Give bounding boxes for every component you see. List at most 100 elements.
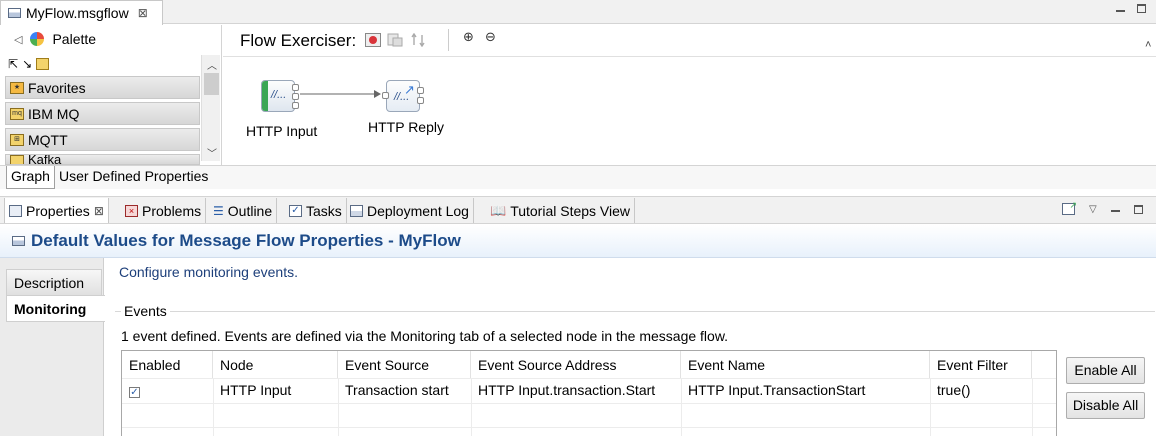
input-terminal[interactable] [382, 92, 389, 99]
palette-title: Palette [52, 31, 97, 47]
table-cell-event-source: Transaction start [345, 382, 449, 398]
tab-label: Deployment Log [367, 202, 469, 219]
scroll-up-icon[interactable]: ︿ [207, 57, 217, 72]
zoom-in-icon[interactable]: ⊕ [463, 29, 474, 45]
toolbar-separator [448, 29, 449, 51]
row-divider [122, 403, 1056, 404]
minimize-icon[interactable] [1110, 210, 1120, 212]
output-terminal[interactable] [292, 93, 299, 100]
views-tab-bar: Properties ⊠ × Problems ☰ Outline ✓ Task… [0, 196, 1156, 224]
palette-panel: ◁ Palette ⇱ ↘ ★ Favorites mq IBM MQ ⊞ MQ… [0, 25, 222, 165]
column-header-event-filter[interactable]: Event Filter [930, 351, 1032, 378]
flow-exerciser-label: Flow Exerciser: [240, 31, 357, 50]
palette-drawer-kafka[interactable]: Kafka [5, 154, 200, 165]
http-reply-node[interactable]: //... ↗ [382, 80, 424, 112]
tab-user-defined-properties[interactable]: User Defined Properties [55, 166, 212, 189]
column-header-node[interactable]: Node [213, 351, 338, 378]
palette-drawer-mqtt[interactable]: ⊞ MQTT [5, 128, 200, 151]
tab-label: Outline [227, 202, 273, 219]
tab-label: Properties [26, 202, 90, 219]
output-terminal[interactable] [417, 87, 424, 94]
book-icon: 📖 [490, 202, 507, 218]
palette-scrollbar[interactable]: ︿ ﹀ [201, 55, 220, 161]
mqtt-folder-icon: ⊞ [10, 133, 24, 146]
drawer-label: IBM MQ [28, 105, 80, 122]
palette-header[interactable]: ◁ Palette [0, 25, 221, 53]
mq-folder-icon: mq [10, 107, 24, 120]
select-tool-icon[interactable]: ⇱ [8, 57, 18, 71]
row-divider [122, 427, 1056, 428]
tab-deployment-log[interactable]: Deployment Log [346, 198, 474, 223]
maximize-icon[interactable] [1137, 4, 1146, 13]
enabled-checkbox[interactable]: ✓ [129, 387, 140, 398]
close-icon[interactable]: ⊠ [138, 6, 148, 20]
maximize-icon[interactable] [1133, 204, 1143, 214]
collapse-arrow-icon[interactable]: ◁ [14, 33, 22, 46]
record-icon[interactable] [365, 33, 381, 47]
properties-header: Default Values for Message Flow Properti… [0, 225, 1156, 258]
output-terminal[interactable] [417, 97, 424, 104]
pin-view-icon[interactable]: ↗ [1062, 200, 1077, 215]
column-header-enabled[interactable]: Enabled [122, 351, 213, 378]
drawer-label: Favorites [28, 79, 86, 96]
tab-graph[interactable]: Graph [6, 166, 55, 189]
note-tool-icon[interactable] [36, 58, 50, 70]
palette-drawer-ibm-mq[interactable]: mq IBM MQ [5, 102, 200, 125]
scrollbar-thumb[interactable] [204, 73, 219, 95]
output-terminal[interactable] [292, 84, 299, 91]
palette-icon [30, 32, 45, 46]
outline-icon: ☰ [213, 203, 224, 218]
connection-tool-icon[interactable]: ↘ [22, 57, 32, 71]
output-terminal[interactable] [292, 102, 299, 109]
flow-exerciser-toolbar: Flow Exerciser: ⊕ ⊖ ˄ [223, 25, 1156, 57]
palette-drawer-favorites[interactable]: ★ Favorites [5, 76, 200, 99]
view-path-icon[interactable] [411, 33, 427, 47]
editor-tab-title: MyFlow.msgflow [26, 5, 129, 21]
events-group-label: Events [121, 303, 170, 319]
table-cell-event-filter: true() [937, 382, 971, 398]
enable-all-button[interactable]: Enable All [1066, 357, 1145, 384]
table-row-enabled[interactable]: ✓ [122, 379, 140, 403]
scroll-down-icon[interactable]: ﹀ [207, 145, 217, 160]
events-table[interactable]: Enabled Node Event Source Event Source A… [121, 350, 1057, 436]
kafka-folder-icon [10, 155, 24, 164]
message-flow-icon [12, 236, 25, 246]
column-header-event-source-address[interactable]: Event Source Address [471, 351, 681, 378]
column-divider [1032, 378, 1033, 436]
close-icon[interactable]: ⊠ [94, 204, 104, 218]
editor-subtabs: Graph User Defined Properties [0, 165, 1156, 189]
view-menu-icon[interactable]: ▽ [1089, 204, 1097, 215]
send-message-icon[interactable] [387, 33, 403, 47]
tab-problems[interactable]: × Problems [121, 198, 207, 223]
zoom-out-icon[interactable]: ⊖ [485, 29, 496, 45]
column-header-event-source[interactable]: Event Source [338, 351, 471, 378]
node-connection[interactable] [300, 89, 382, 99]
deployment-log-icon [350, 204, 363, 217]
side-tab-monitoring[interactable]: Monitoring [6, 295, 105, 322]
http-input-node[interactable]: //... [261, 80, 299, 112]
side-tab-description[interactable]: Description [6, 269, 102, 296]
tab-tasks[interactable]: ✓ Tasks [285, 198, 347, 223]
flow-canvas[interactable]: Flow Exerciser: ⊕ ⊖ ˄ //... HTTP Input /… [223, 25, 1156, 165]
http-reply-node-label: HTTP Reply [368, 119, 444, 135]
tasks-icon: ✓ [289, 204, 302, 217]
tab-tutorial-steps-view[interactable]: 📖 Tutorial Steps View [486, 198, 636, 223]
minimize-icon[interactable] [1116, 9, 1125, 12]
table-cell-event-source-address: HTTP Input.transaction.Start [478, 382, 656, 398]
tab-properties[interactable]: Properties ⊠ [4, 198, 109, 223]
editor-tab-myflow[interactable]: MyFlow.msgflow ⊠ [0, 0, 163, 25]
http-input-node-label: HTTP Input [246, 123, 318, 139]
tab-outline[interactable]: ☰ Outline [209, 198, 278, 223]
tab-label: Tasks [306, 202, 342, 219]
tab-label: Tutorial Steps View [510, 202, 631, 219]
message-flow-icon [8, 8, 21, 18]
tab-label: Problems [142, 202, 202, 219]
disable-all-button[interactable]: Disable All [1066, 392, 1145, 419]
column-header-event-name[interactable]: Event Name [681, 351, 930, 378]
collapse-toolbar-icon[interactable]: ˄ [1145, 39, 1151, 51]
drawer-label: MQTT [28, 131, 68, 148]
table-cell-node: HTTP Input [220, 382, 292, 398]
properties-title: Default Values for Message Flow Properti… [31, 231, 461, 250]
drawer-label: Kafka [28, 154, 62, 165]
favorites-folder-icon: ★ [10, 81, 24, 94]
